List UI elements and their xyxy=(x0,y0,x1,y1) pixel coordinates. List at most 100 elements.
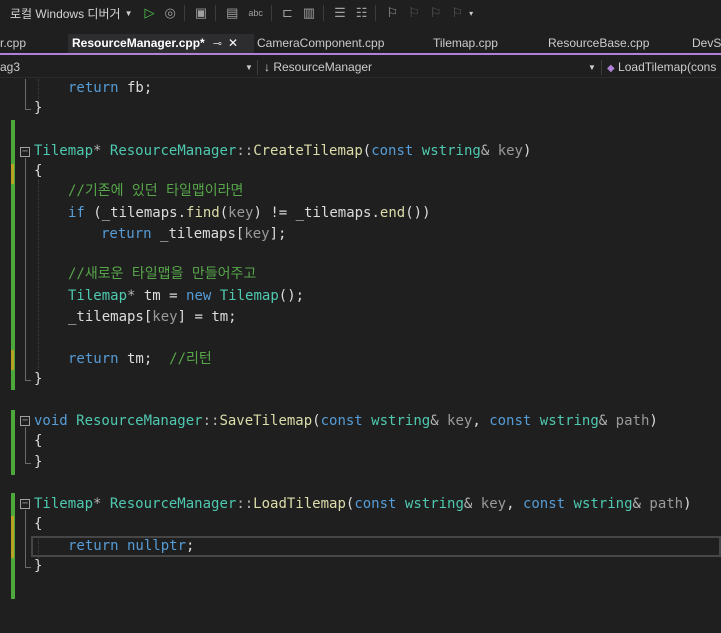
comment: //기존에 있던 타일맵이라면 xyxy=(68,183,244,199)
code-text: ; xyxy=(228,309,237,325)
function-name: LoadTilemap xyxy=(253,496,346,512)
debugger-dropdown[interactable]: 로컬 Windows 디버거 ▼ xyxy=(10,5,132,22)
uncomment-icon[interactable]: ☷ xyxy=(356,5,368,21)
pin-icon[interactable]: ⊸ xyxy=(213,38,222,50)
member: _tilemaps xyxy=(295,205,372,221)
toolbar-divider xyxy=(270,5,272,21)
tab-devscene[interactable]: DevS xyxy=(692,34,721,53)
navigation-bar: ag3 ▼ ↓ ResourceManager ▼ ◆ LoadTilemap(… xyxy=(0,57,721,78)
folder-icon[interactable]: ▣ xyxy=(195,5,207,21)
parameter: key xyxy=(438,413,473,429)
toolbar-divider xyxy=(215,5,217,21)
collapse-icon[interactable]: − xyxy=(20,416,30,426)
comment: //새로운 타일맵을 만들어주고 xyxy=(68,266,257,282)
code-line[interactable]: //새로운 타일맵을 만들어주고 xyxy=(68,264,256,284)
collapse-icon[interactable]: − xyxy=(20,147,30,157)
code-line-createtilemap[interactable]: Tilemap* ResourceManager::CreateTilemap(… xyxy=(34,141,531,161)
toolbar-divider xyxy=(323,5,325,21)
changed-lines-marker xyxy=(11,410,15,475)
scope-dropdown[interactable]: ↓ ResourceManager ▼ xyxy=(264,57,597,78)
spellcheck-icon[interactable]: abc xyxy=(248,8,263,18)
keyword: const xyxy=(371,143,414,159)
scope-label: ↓ ResourceManager xyxy=(264,60,373,74)
document-tab-bar: r.cpp ResourceManager.cpp* ⊸ ✕ CameraCompo… xyxy=(0,34,721,55)
play-icon[interactable]: ▷ xyxy=(144,5,154,21)
code-line[interactable]: return tm; //리턴 xyxy=(68,349,212,369)
code-text: . xyxy=(371,205,380,221)
code-line-current[interactable]: return nullptr; xyxy=(68,536,194,556)
step-icon[interactable]: ⊏ xyxy=(282,5,293,21)
format-icon[interactable]: ▥ xyxy=(303,5,315,21)
tab-renderer-cpp[interactable]: r.cpp xyxy=(0,34,26,53)
variable: tm xyxy=(135,288,161,304)
brace: } xyxy=(34,371,43,387)
brace: { xyxy=(34,433,43,449)
tab-cameracomponent-cpp[interactable]: CameraComponent.cpp xyxy=(257,34,384,53)
code-line[interactable]: { xyxy=(34,431,42,451)
operator: & xyxy=(430,413,439,429)
punctuation: ( xyxy=(312,413,321,429)
bookmark-icon[interactable]: ⚐ xyxy=(386,5,398,21)
operator: = xyxy=(160,288,187,304)
chevron-down-icon: ▼ xyxy=(124,8,133,18)
code-line[interactable]: } xyxy=(34,452,42,472)
code-editor[interactable]: − − − return fb; } Tilemap* ResourceMana… xyxy=(0,79,721,633)
tab-resourcemanager-cpp[interactable]: ResourceManager.cpp* ⊸ ✕ xyxy=(68,34,254,53)
code-line[interactable]: return fb; xyxy=(68,79,152,98)
tab-label: Tilemap.cpp xyxy=(433,36,498,50)
punctuation: ) xyxy=(649,413,658,429)
comment-icon[interactable]: ☰ xyxy=(334,5,346,21)
code-line[interactable]: if (_tilemaps.find(key) != _tilemaps.end… xyxy=(68,203,431,223)
collapse-icon[interactable]: − xyxy=(20,499,30,509)
code-line[interactable]: return _tilemaps[key]; xyxy=(101,224,286,244)
member-function-icon: ◆ xyxy=(607,63,615,74)
code-line[interactable]: //기존에 있던 타일맵이라면 xyxy=(68,181,243,201)
code-line[interactable]: { xyxy=(34,161,42,181)
operator: & xyxy=(598,413,608,429)
tab-label: ResourceBase.cpp xyxy=(548,36,650,50)
code-line[interactable]: _tilemaps[key] = tm; xyxy=(68,307,237,327)
fold-guide xyxy=(25,510,26,567)
overflow-icon[interactable]: ▾ xyxy=(469,9,473,18)
code-text: ] = xyxy=(177,309,212,325)
tab-resourcebase-cpp[interactable]: ResourceBase.cpp xyxy=(548,34,649,53)
bookmark-clear-icon[interactable]: ⚐ xyxy=(451,5,463,21)
class-name: ResourceManager xyxy=(101,496,237,512)
brace: } xyxy=(34,100,43,116)
keyword: if xyxy=(68,205,85,221)
code-line-loadtilemap[interactable]: Tilemap* ResourceManager::LoadTilemap(co… xyxy=(34,494,692,514)
keyword: void xyxy=(34,413,68,429)
tab-label: r.cpp xyxy=(0,36,27,50)
code-line[interactable]: } xyxy=(34,98,42,118)
toolbar-divider xyxy=(375,5,377,21)
keyword: return xyxy=(68,351,119,367)
code-line[interactable]: } xyxy=(34,556,42,576)
code-line-savetilemap[interactable]: void ResourceManager::SaveTilemap(const … xyxy=(34,411,658,431)
code-line[interactable]: { xyxy=(34,514,42,534)
code-text: ( xyxy=(84,205,102,221)
bookmark-next-icon[interactable]: ⚐ xyxy=(430,5,442,21)
close-icon[interactable]: ✕ xyxy=(228,36,238,50)
parameter: key xyxy=(472,496,507,512)
member-dropdown[interactable]: ◆ LoadTilemap(cons xyxy=(607,57,716,78)
member: _tilemaps xyxy=(160,226,236,242)
code-text: . xyxy=(177,205,187,221)
code-line[interactable]: } xyxy=(34,369,42,389)
project-dropdown[interactable]: ag3 ▼ xyxy=(0,57,254,78)
attach-icon[interactable]: ◎ xyxy=(164,5,175,21)
chevron-down-icon: ▼ xyxy=(245,63,253,72)
member: _tilemaps xyxy=(68,309,144,325)
code-text: (); xyxy=(278,288,305,304)
operator: & xyxy=(632,496,641,512)
keyword: new xyxy=(186,288,212,304)
code-line[interactable]: Tilemap* tm = new Tilemap(); xyxy=(68,286,304,306)
tab-tilemap-cpp[interactable]: Tilemap.cpp xyxy=(433,34,498,53)
fold-guide xyxy=(25,380,31,381)
keyword: return xyxy=(68,538,119,554)
bookmark-prev-icon[interactable]: ⚐ xyxy=(408,5,420,21)
chevron-down-icon: ▼ xyxy=(588,63,596,72)
fold-guide xyxy=(25,158,26,380)
variable: tm; xyxy=(118,351,153,367)
operator: :: xyxy=(202,413,220,429)
layout-icon[interactable]: ▤ xyxy=(226,5,238,21)
